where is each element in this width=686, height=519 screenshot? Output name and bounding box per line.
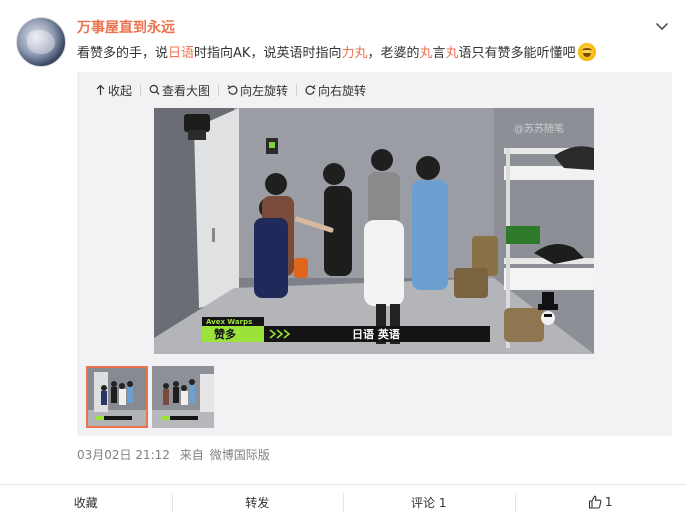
main-image[interactable]: @苏苏随笔 Avex Warps 赞多 日语 英语 (154, 108, 594, 354)
thumbnail-1[interactable] (86, 366, 148, 428)
highlight-text: 丸 (419, 46, 433, 61)
rotate-left-label: 向左旋转 (240, 83, 289, 98)
toolbar-divider (140, 84, 142, 96)
action-bar: 收藏 转发 评论 1 1 (0, 484, 686, 519)
highlight-text: 丸 (445, 46, 459, 61)
post-text-part: 时指向AK，说英语时指向 (194, 46, 342, 61)
post-text: 看赞多的手，说日语时指向AK，说英语时指向力丸，老婆的丸言丸语只有赞多能听懂吧 (77, 42, 596, 61)
thumbs-up-icon (588, 495, 602, 509)
thumbnail-2[interactable] (152, 366, 214, 428)
thumbnail-scene (86, 366, 148, 428)
username[interactable]: 万事屋直到永远 (77, 17, 175, 37)
post-meta: 03月02日 21:12 来自 微博国际版 (77, 446, 276, 463)
overlay-caption: 日语 英语 (352, 327, 400, 341)
laugh-cry-emoji-icon (577, 43, 596, 61)
repost-label: 转发 (245, 495, 270, 510)
media-toolbar: 收起 查看大图 向左旋转 向右旋转 (95, 81, 366, 99)
rotate-right-button[interactable]: 向右旋转 (305, 82, 366, 99)
favorite-label: 收藏 (73, 495, 98, 510)
comment-button[interactable]: 评论 1 (343, 485, 515, 519)
arrow-up-icon (96, 84, 105, 95)
highlight-text: 日语 (168, 46, 195, 61)
thumbnail-scene (152, 366, 214, 428)
search-icon (149, 84, 160, 95)
like-count: 1 (604, 495, 613, 509)
view-large-label: 查看大图 (162, 83, 211, 98)
toolbar-divider (296, 84, 298, 96)
post-text-part: 看赞多的手，说 (77, 46, 169, 61)
post-timestamp[interactable]: 03月02日 21:12 (77, 448, 170, 462)
collapse-button[interactable]: 收起 (95, 82, 132, 99)
rotate-right-label: 向右旋转 (318, 83, 367, 98)
overlay-tag: Avex Warps (206, 318, 252, 326)
video-frame-scene: @苏苏随笔 Avex Warps 赞多 日语 英语 (154, 108, 594, 354)
rotate-left-button[interactable]: 向左旋转 (227, 82, 288, 99)
post-source[interactable]: 微博国际版 (210, 448, 270, 462)
thumbnail-strip (86, 366, 214, 428)
post-text-part: 语只有赞多能听懂吧 (458, 46, 576, 61)
collapse-label: 收起 (108, 83, 133, 98)
post-text-part: ，老婆的 (367, 46, 420, 61)
repost-button[interactable]: 转发 (171, 485, 344, 519)
source-prefix: 来自 (179, 448, 204, 462)
overlay-name: 赞多 (213, 327, 236, 341)
avatar[interactable] (16, 17, 66, 67)
comment-label: 评论 1 (411, 495, 447, 510)
view-large-button[interactable]: 查看大图 (149, 82, 210, 99)
rotate-right-icon (305, 85, 316, 95)
chevron-down-icon[interactable] (654, 18, 670, 34)
rotate-left-icon (227, 85, 238, 95)
toolbar-divider (218, 84, 220, 96)
highlight-text: 力丸 (341, 46, 368, 61)
like-button[interactable]: 1 (514, 485, 686, 519)
post-text-part: 言 (432, 46, 446, 61)
favorite-button[interactable]: 收藏 (0, 485, 172, 519)
video-watermark: @苏苏随笔 (514, 122, 564, 135)
